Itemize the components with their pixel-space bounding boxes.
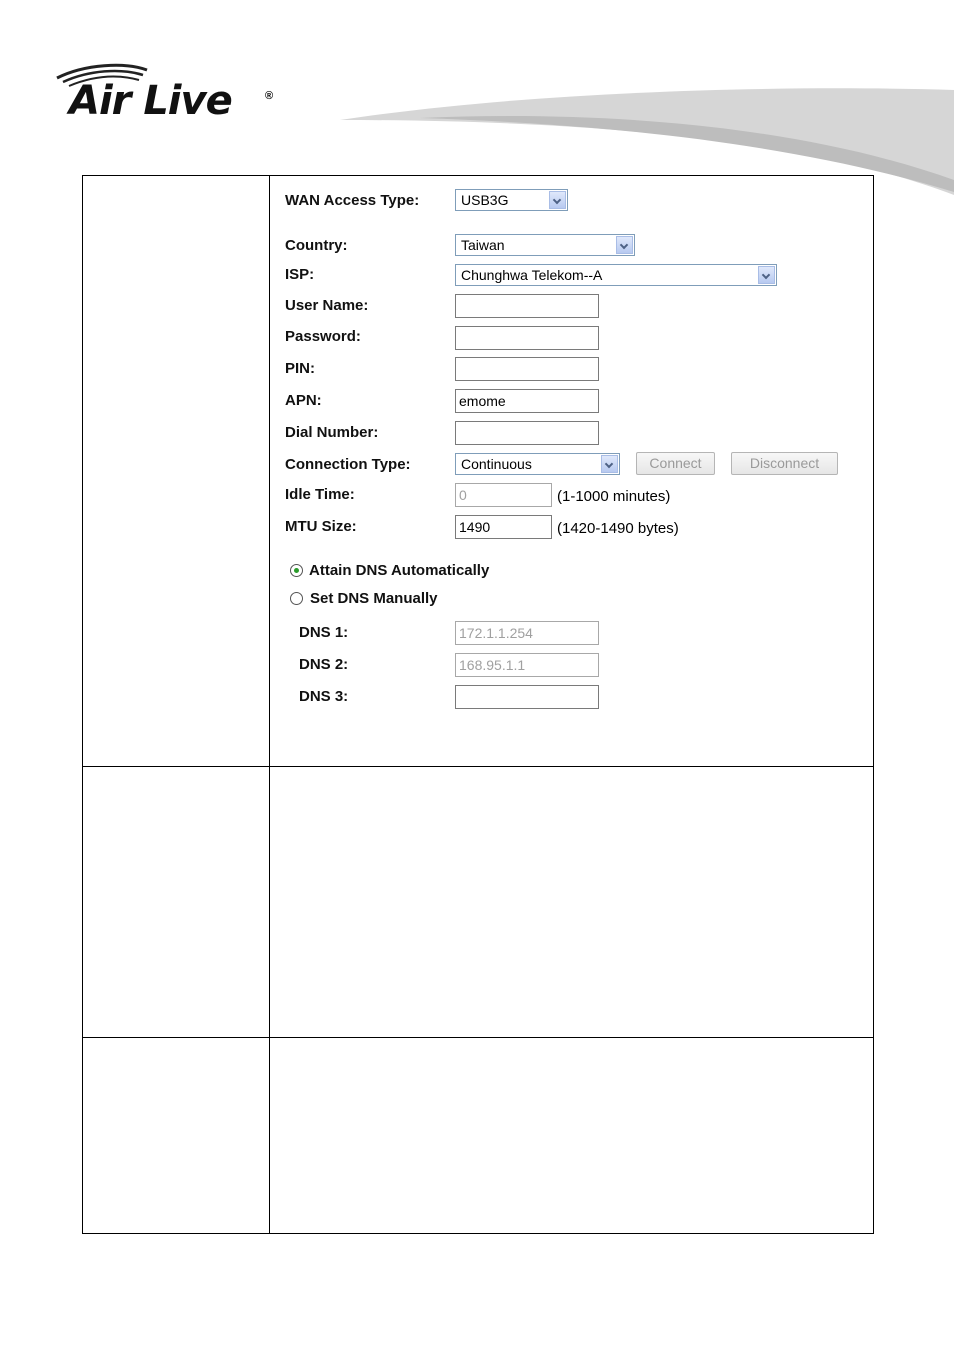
- connection-type-select[interactable]: Continuous: [455, 453, 620, 475]
- dns2-label: DNS 2:: [299, 656, 349, 673]
- dns2-input[interactable]: 168.95.1.1: [455, 653, 599, 677]
- user-name-input[interactable]: [455, 294, 599, 318]
- wan-access-type-select[interactable]: USB3G: [455, 189, 568, 211]
- table-column-divider: [269, 176, 270, 1233]
- connection-type-value: Continuous: [461, 456, 532, 472]
- password-label: Password:: [285, 328, 361, 345]
- connect-button[interactable]: Connect: [636, 452, 715, 475]
- disconnect-button[interactable]: Disconnect: [731, 452, 838, 475]
- pin-label: PIN:: [285, 360, 315, 377]
- registered-mark: ®: [265, 90, 274, 102]
- table-row-divider: [83, 766, 873, 767]
- password-input[interactable]: [455, 326, 599, 350]
- dns3-label: DNS 3:: [299, 688, 349, 705]
- mtu-size-hint: (1420-1490 bytes): [557, 520, 679, 537]
- chevron-down-icon: [616, 236, 633, 254]
- apn-label: APN:: [285, 392, 322, 409]
- connection-type-label: Connection Type:: [285, 456, 411, 473]
- idle-time-input[interactable]: 0: [455, 483, 552, 507]
- idle-time-hint: (1-1000 minutes): [557, 488, 671, 505]
- country-value: Taiwan: [461, 237, 505, 253]
- pin-input[interactable]: [455, 357, 599, 381]
- mtu-size-label: MTU Size:: [285, 518, 357, 535]
- dns-manual-radio[interactable]: [290, 592, 303, 605]
- dns-auto-radio[interactable]: [290, 564, 303, 577]
- airlive-logo: Air Live ®: [55, 60, 285, 130]
- dns-manual-label: Set DNS Manually: [310, 590, 438, 607]
- table-row-divider: [83, 1037, 873, 1038]
- isp-label: ISP:: [285, 266, 315, 283]
- country-label: Country:: [285, 237, 348, 254]
- dns-auto-label: Attain DNS Automatically: [309, 562, 490, 579]
- dial-number-input[interactable]: [455, 421, 599, 445]
- dns3-input[interactable]: [455, 685, 599, 709]
- isp-value: Chunghwa Telekom--A: [461, 267, 603, 283]
- dns1-input[interactable]: 172.1.1.254: [455, 621, 599, 645]
- country-select[interactable]: Taiwan: [455, 234, 635, 256]
- wan-access-type-value: USB3G: [461, 192, 509, 208]
- isp-select[interactable]: Chunghwa Telekom--A: [455, 264, 777, 286]
- idle-time-label: Idle Time:: [285, 486, 355, 503]
- user-name-label: User Name:: [285, 297, 369, 314]
- mtu-size-input[interactable]: 1490: [455, 515, 552, 539]
- chevron-down-icon: [601, 455, 618, 473]
- wan-access-type-label: WAN Access Type:: [285, 192, 420, 209]
- dial-number-label: Dial Number:: [285, 424, 379, 441]
- chevron-down-icon: [758, 266, 775, 284]
- dns1-label: DNS 1:: [299, 624, 349, 641]
- apn-input[interactable]: emome: [455, 389, 599, 413]
- chevron-down-icon: [549, 191, 566, 209]
- logo-wordmark: Air Live: [69, 78, 233, 124]
